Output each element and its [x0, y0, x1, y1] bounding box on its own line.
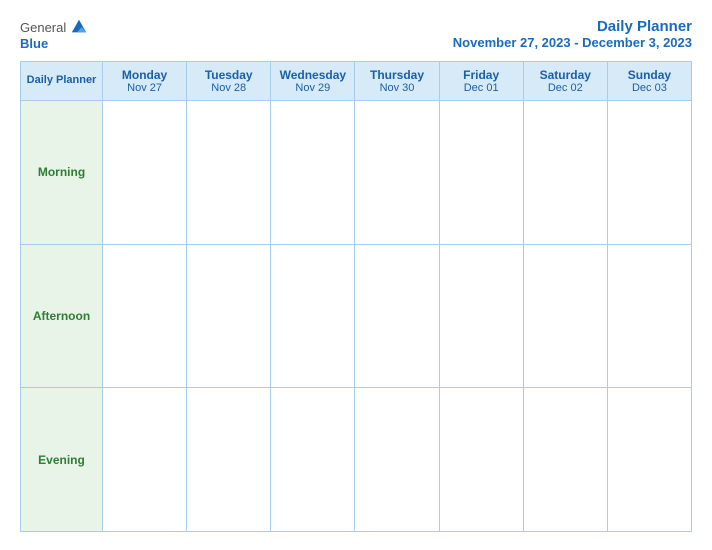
table-header-row: Daily Planner Monday Nov 27 Tuesday Nov … — [21, 62, 692, 101]
monday-name: Monday — [105, 68, 184, 82]
afternoon-label: Afternoon — [21, 244, 103, 388]
morning-monday[interactable] — [103, 101, 187, 245]
evening-monday[interactable] — [103, 388, 187, 532]
morning-row: Morning — [21, 101, 692, 245]
table-header-tuesday: Tuesday Nov 28 — [187, 62, 271, 101]
logo-icon — [70, 18, 88, 36]
table-header-sunday: Sunday Dec 03 — [607, 62, 691, 101]
afternoon-friday[interactable] — [439, 244, 523, 388]
evening-wednesday[interactable] — [271, 388, 355, 532]
saturday-date: Dec 02 — [526, 82, 605, 94]
afternoon-saturday[interactable] — [523, 244, 607, 388]
sunday-name: Sunday — [610, 68, 689, 82]
afternoon-sunday[interactable] — [607, 244, 691, 388]
table-header-monday: Monday Nov 27 — [103, 62, 187, 101]
afternoon-thursday[interactable] — [355, 244, 439, 388]
evening-sunday[interactable] — [607, 388, 691, 532]
wednesday-date: Nov 29 — [273, 82, 352, 94]
sunday-date: Dec 03 — [610, 82, 689, 94]
thursday-date: Nov 30 — [357, 82, 436, 94]
table-header-saturday: Saturday Dec 02 — [523, 62, 607, 101]
evening-label: Evening — [21, 388, 103, 532]
page-title: Daily Planner — [453, 18, 692, 35]
friday-name: Friday — [442, 68, 521, 82]
page-header: General Blue Daily Planner November 27, … — [20, 18, 692, 51]
evening-saturday[interactable] — [523, 388, 607, 532]
logo-general-text: General — [20, 20, 66, 35]
morning-saturday[interactable] — [523, 101, 607, 245]
evening-tuesday[interactable] — [187, 388, 271, 532]
afternoon-monday[interactable] — [103, 244, 187, 388]
page-subtitle: November 27, 2023 - December 3, 2023 — [453, 35, 692, 50]
morning-wednesday[interactable] — [271, 101, 355, 245]
morning-thursday[interactable] — [355, 101, 439, 245]
morning-friday[interactable] — [439, 101, 523, 245]
evening-thursday[interactable] — [355, 388, 439, 532]
monday-date: Nov 27 — [105, 82, 184, 94]
evening-friday[interactable] — [439, 388, 523, 532]
morning-sunday[interactable] — [607, 101, 691, 245]
morning-label: Morning — [21, 101, 103, 245]
logo: General — [20, 18, 88, 36]
friday-date: Dec 01 — [442, 82, 521, 94]
afternoon-wednesday[interactable] — [271, 244, 355, 388]
saturday-name: Saturday — [526, 68, 605, 82]
table-header-daily-planner: Daily Planner — [21, 62, 103, 101]
evening-row: Evening — [21, 388, 692, 532]
tuesday-date: Nov 28 — [189, 82, 268, 94]
thursday-name: Thursday — [357, 68, 436, 82]
afternoon-row: Afternoon — [21, 244, 692, 388]
tuesday-name: Tuesday — [189, 68, 268, 82]
table-header-friday: Friday Dec 01 — [439, 62, 523, 101]
table-header-wednesday: Wednesday Nov 29 — [271, 62, 355, 101]
wednesday-name: Wednesday — [273, 68, 352, 82]
logo-area: General Blue — [20, 18, 88, 51]
logo-blue-text: Blue — [20, 36, 48, 51]
morning-tuesday[interactable] — [187, 101, 271, 245]
planner-table: Daily Planner Monday Nov 27 Tuesday Nov … — [20, 61, 692, 532]
afternoon-tuesday[interactable] — [187, 244, 271, 388]
table-header-thursday: Thursday Nov 30 — [355, 62, 439, 101]
title-area: Daily Planner November 27, 2023 - Decemb… — [453, 18, 692, 50]
